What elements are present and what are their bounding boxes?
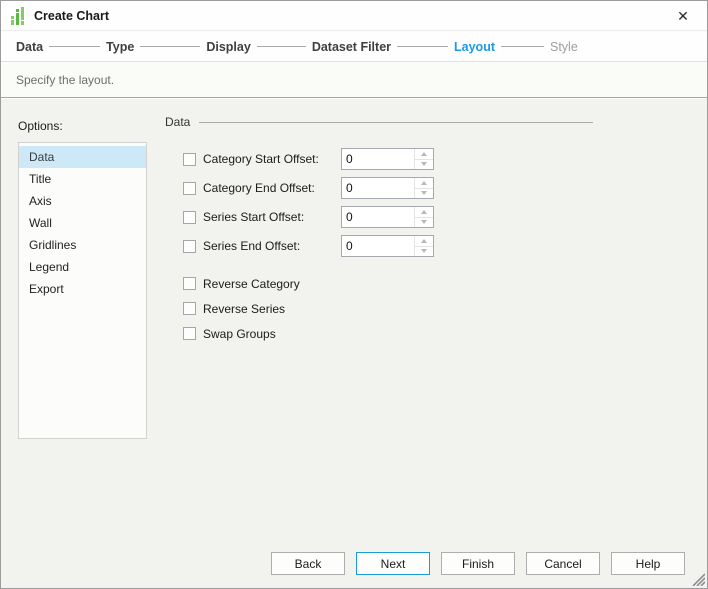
series-end-offset-spinner (341, 235, 434, 257)
wizard-subtitle: Specify the layout. (16, 73, 114, 87)
options-list: Data Title Axis Wall Gridlines Legend Ex… (18, 142, 147, 439)
resize-grip[interactable] (691, 572, 705, 586)
reverse-series-row: Reverse Series (183, 301, 443, 316)
step-separator (140, 46, 200, 47)
main-panel: Options: Data Title Axis Wall Gridlines … (1, 99, 707, 588)
category-end-offset-label: Category End Offset: (203, 181, 315, 195)
spin-buttons (414, 207, 433, 227)
finish-button[interactable]: Finish (441, 552, 515, 575)
options-item-gridlines[interactable]: Gridlines (19, 234, 146, 256)
spin-down-icon[interactable] (415, 160, 433, 170)
spin-up-icon[interactable] (415, 149, 433, 160)
series-start-offset-label: Series Start Offset: (203, 210, 304, 224)
help-button[interactable]: Help (611, 552, 685, 575)
spin-buttons (414, 236, 433, 256)
options-item-title[interactable]: Title (19, 168, 146, 190)
options-item-export[interactable]: Export (19, 278, 146, 300)
category-start-offset-input[interactable] (342, 149, 414, 169)
step-data[interactable]: Data (16, 40, 43, 54)
close-icon[interactable]: ✕ (671, 5, 695, 27)
spin-up-icon[interactable] (415, 236, 433, 247)
series-end-offset-row: Series End Offset: (183, 235, 443, 257)
category-start-offset-spinner (341, 148, 434, 170)
swap-groups-row: Swap Groups (183, 326, 443, 341)
swap-groups-label: Swap Groups (203, 327, 276, 341)
category-start-offset-checkbox[interactable] (183, 153, 196, 166)
category-start-offset-row: Category Start Offset: (183, 148, 443, 170)
back-button[interactable]: Back (271, 552, 345, 575)
section-title: Data (165, 115, 190, 129)
swap-groups-checkbox[interactable] (183, 327, 196, 340)
options-label: Options: (18, 119, 63, 133)
series-end-offset-label: Series End Offset: (203, 239, 300, 253)
options-item-legend[interactable]: Legend (19, 256, 146, 278)
spin-buttons (414, 149, 433, 169)
category-end-offset-input[interactable] (342, 178, 414, 198)
step-style[interactable]: Style (550, 40, 578, 54)
spin-down-icon[interactable] (415, 247, 433, 257)
category-start-offset-label: Category Start Offset: (203, 152, 319, 166)
step-separator (49, 46, 100, 47)
step-dataset-filter[interactable]: Dataset Filter (312, 40, 391, 54)
next-button[interactable]: Next (356, 552, 430, 575)
cancel-button[interactable]: Cancel (526, 552, 600, 575)
series-start-offset-input[interactable] (342, 207, 414, 227)
spin-down-icon[interactable] (415, 189, 433, 199)
footer-buttons: Back Next Finish Cancel Help (271, 552, 685, 575)
reverse-series-label: Reverse Series (203, 302, 285, 316)
titlebar: Create Chart ✕ (1, 1, 707, 31)
step-layout[interactable]: Layout (454, 40, 495, 54)
create-chart-dialog: Create Chart ✕ Data Type Display Dataset… (0, 0, 708, 589)
step-separator (257, 46, 306, 47)
reverse-category-row: Reverse Category (183, 276, 443, 291)
spin-buttons (414, 178, 433, 198)
wizard-subtitle-band: Specify the layout. (1, 63, 707, 98)
spin-up-icon[interactable] (415, 207, 433, 218)
category-end-offset-checkbox[interactable] (183, 182, 196, 195)
options-item-data[interactable]: Data (19, 146, 146, 168)
series-start-offset-row: Series Start Offset: (183, 206, 443, 228)
step-type[interactable]: Type (106, 40, 134, 54)
series-end-offset-input[interactable] (342, 236, 414, 256)
chart-app-icon (10, 7, 26, 25)
options-item-axis[interactable]: Axis (19, 190, 146, 212)
data-section-header: Data (165, 115, 593, 129)
spin-up-icon[interactable] (415, 178, 433, 189)
window-title: Create Chart (34, 9, 109, 23)
series-start-offset-spinner (341, 206, 434, 228)
reverse-series-checkbox[interactable] (183, 302, 196, 315)
step-display[interactable]: Display (206, 40, 250, 54)
spin-down-icon[interactable] (415, 218, 433, 228)
step-separator (501, 46, 544, 47)
wizard-steps: Data Type Display Dataset Filter Layout … (1, 32, 707, 62)
series-end-offset-checkbox[interactable] (183, 240, 196, 253)
category-end-offset-row: Category End Offset: (183, 177, 443, 199)
reverse-category-checkbox[interactable] (183, 277, 196, 290)
step-separator (397, 46, 448, 47)
section-rule (199, 122, 593, 123)
series-start-offset-checkbox[interactable] (183, 211, 196, 224)
reverse-category-label: Reverse Category (203, 277, 300, 291)
options-item-wall[interactable]: Wall (19, 212, 146, 234)
category-end-offset-spinner (341, 177, 434, 199)
